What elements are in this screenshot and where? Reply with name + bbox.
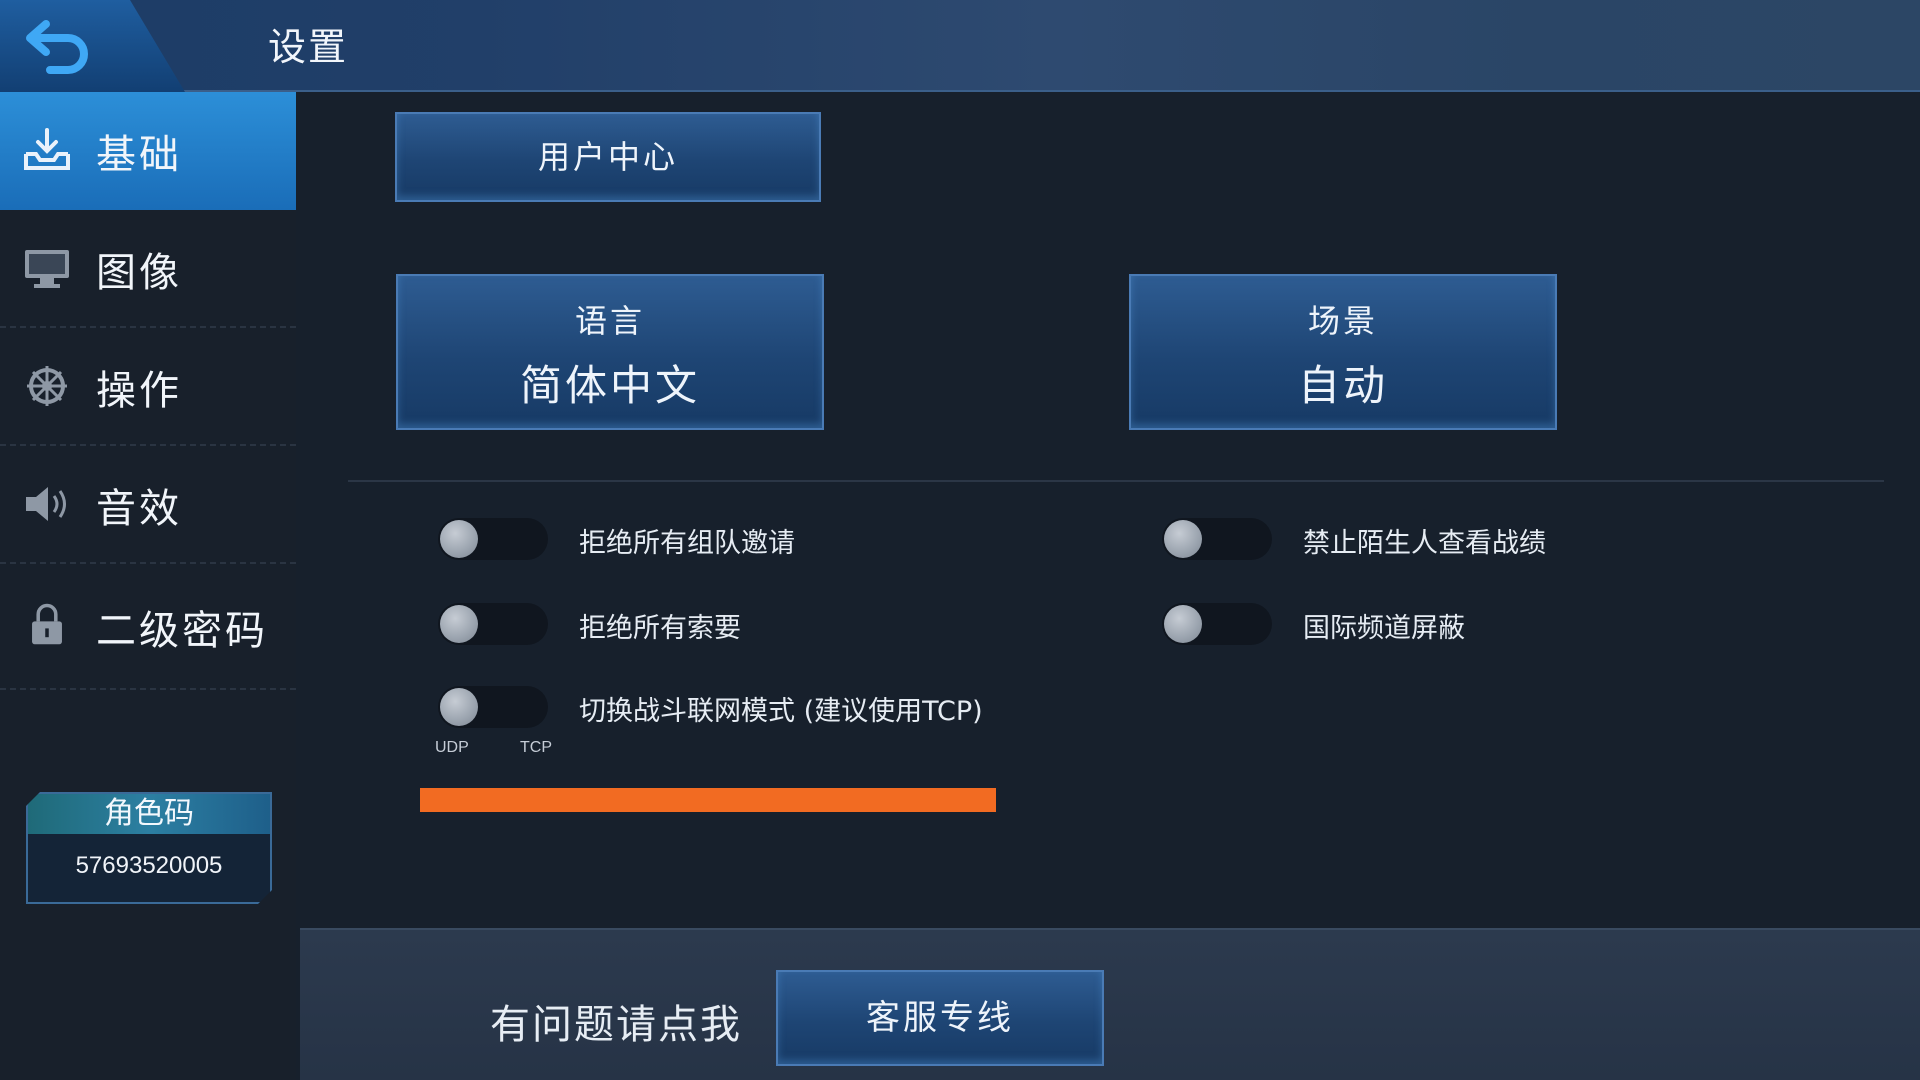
sidebar-item-secondary-password[interactable]: 二级密码 <box>0 564 296 690</box>
sidebar-item-label: 基础 <box>96 132 182 178</box>
hide-record-from-strangers-toggle[interactable] <box>1162 518 1272 560</box>
scene-value: 自动 <box>1297 361 1388 410</box>
back-button[interactable] <box>0 0 185 92</box>
page-title: 设置 <box>268 25 349 69</box>
role-code-card: 角色码 57693520005 <box>26 792 272 904</box>
role-code-value: 57693520005 <box>75 852 223 879</box>
highlight-bar <box>420 788 996 812</box>
settings-panel: 用户中心 语言 简体中文 场景 自动 拒绝所有组队邀请 禁止陌生人查看战绩 拒绝… <box>300 94 1920 928</box>
steering-wheel-icon <box>27 366 67 406</box>
udp-label: UDP <box>435 739 469 756</box>
reject-team-invites-toggle[interactable] <box>438 518 548 560</box>
block-world-channel-label: 国际频道屏蔽 <box>1303 613 1465 644</box>
top-bar: 设置 <box>0 0 1920 92</box>
sidebar-item-graphics[interactable]: 图像 <box>0 210 296 328</box>
scene-label: 场景 <box>1307 302 1378 340</box>
reject-all-requests-toggle[interactable] <box>438 603 548 645</box>
divider <box>348 480 1884 482</box>
sidebar-item-label: 操作 <box>96 368 182 414</box>
toggle-knob <box>1164 520 1202 558</box>
download-tray-icon <box>24 128 70 170</box>
sidebar-item-label: 二级密码 <box>96 608 268 654</box>
sidebar-item-basic[interactable]: 基础 <box>0 92 296 210</box>
sidebar-item-label: 图像 <box>96 250 182 296</box>
monitor-icon <box>25 250 69 288</box>
tcp-label: TCP <box>520 739 552 756</box>
customer-service-button[interactable]: 客服专线 <box>776 970 1104 1066</box>
reject-team-invites-label: 拒绝所有组队邀请 <box>579 528 795 559</box>
sidebar-item-controls[interactable]: 操作 <box>0 328 296 446</box>
help-text: 有问题请点我 <box>490 1002 742 1048</box>
lock-icon <box>32 603 62 645</box>
sidebar-item-label: 音效 <box>96 486 182 532</box>
toggle-knob <box>440 520 478 558</box>
toggle-knob <box>440 605 478 643</box>
sidebar: 基础 图像 操作 音效 二级密码 角色码 57693520005 <box>0 92 296 1080</box>
network-mode-label: 切换战斗联网模式 (建议使用TCP) <box>579 696 983 727</box>
toggle-knob <box>440 688 478 726</box>
language-label: 语言 <box>574 302 645 340</box>
language-value: 简体中文 <box>519 361 700 410</box>
role-code-title: 角色码 <box>28 794 270 834</box>
hide-record-from-strangers-label: 禁止陌生人查看战绩 <box>1303 528 1546 559</box>
block-world-channel-toggle[interactable] <box>1162 603 1272 645</box>
speaker-icon <box>26 487 66 521</box>
language-button[interactable]: 语言 简体中文 <box>396 274 824 430</box>
reject-all-requests-label: 拒绝所有索要 <box>579 613 741 644</box>
scene-button[interactable]: 场景 自动 <box>1129 274 1557 430</box>
help-bar: 有问题请点我 客服专线 <box>300 928 1920 1080</box>
user-center-button[interactable]: 用户中心 <box>395 112 821 202</box>
network-mode-toggle[interactable] <box>438 686 548 728</box>
sidebar-item-sound[interactable]: 音效 <box>0 446 296 564</box>
toggle-knob <box>1164 605 1202 643</box>
back-arrow-icon <box>26 20 88 74</box>
